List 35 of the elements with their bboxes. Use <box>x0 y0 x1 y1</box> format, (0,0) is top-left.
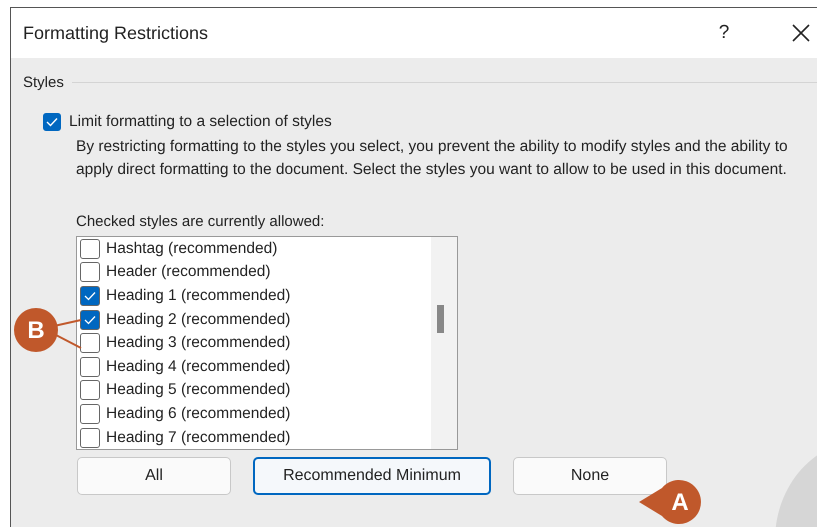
dialog-button[interactable]: None <box>513 457 667 495</box>
style-item[interactable]: Hashtag (recommended) <box>106 240 278 258</box>
style-item[interactable]: Heading 6 (recommended) <box>106 404 290 423</box>
style-item[interactable]: Heading 2 (recommended) <box>106 310 290 329</box>
style-item[interactable]: Heading 7 (recommended) <box>106 428 290 447</box>
list-label: Checked styles are currently allowed: <box>76 213 326 230</box>
checkmark-icon <box>84 290 96 301</box>
callout-marker: A <box>638 479 704 525</box>
dialog-button[interactable]: All <box>77 457 231 495</box>
checkbox[interactable] <box>80 428 100 448</box>
scrollbar-thumb[interactable] <box>437 305 444 333</box>
checkbox[interactable] <box>80 356 100 377</box>
window-title: Formatting Restrictions <box>23 22 210 44</box>
style-item[interactable]: Heading 4 (recommended) <box>106 358 290 376</box>
checkbox[interactable] <box>80 404 100 424</box>
checkbox[interactable] <box>80 380 100 400</box>
style-item[interactable]: Header (recommended) <box>106 263 271 282</box>
checkbox[interactable] <box>80 286 100 306</box>
checkbox[interactable] <box>80 238 100 259</box>
style-item[interactable]: Heading 1 (recommended) <box>106 286 290 305</box>
checkbox[interactable] <box>80 310 100 330</box>
checkmark-icon <box>84 314 96 325</box>
dialog-button[interactable]: Recommended Minimum <box>253 457 491 495</box>
description-text: By restricting formatting to the styles you select, you prevent the ability to modify styles and the ability to apply direct formatting to the document. Select the styles you want to allow to be used in this document. <box>76 137 789 180</box>
checkbox-label[interactable]: Limit formatting to a selection of styles <box>69 113 332 131</box>
checkmark-icon <box>46 117 58 127</box>
checkbox[interactable] <box>80 333 100 354</box>
close-icon <box>792 24 810 42</box>
checkbox[interactable] <box>43 113 61 131</box>
section-title: Styles <box>23 74 64 91</box>
style-item[interactable]: Heading 5 (recommended) <box>106 381 290 400</box>
style-item[interactable]: Heading 3 (recommended) <box>106 334 290 352</box>
close-button[interactable] <box>792 24 810 42</box>
checkbox[interactable] <box>80 262 100 282</box>
help-button[interactable]: ? <box>714 22 734 44</box>
